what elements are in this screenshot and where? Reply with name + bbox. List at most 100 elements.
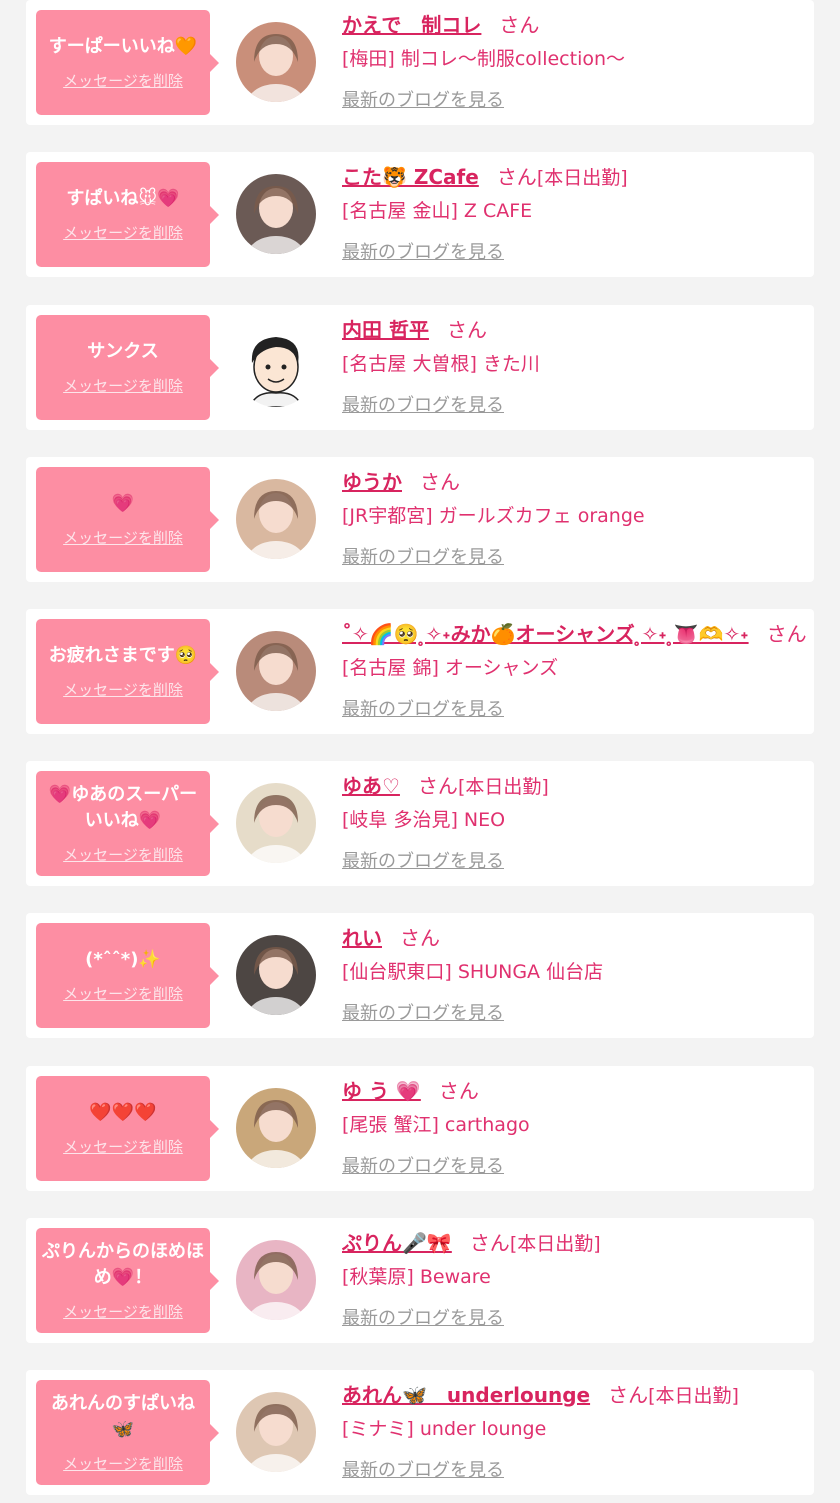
latest-blog-link[interactable]: 最新のブログを見る: [342, 86, 504, 112]
message-list: すーぱーいいね🧡 メッセージを削除 かえで 制コレ さん [梅田] 制コレ〜制服coll…: [0, 0, 840, 1503]
name-line: れい さん: [342, 923, 806, 955]
delete-message-link[interactable]: メッセージを削除: [63, 222, 183, 243]
working-today-badge: [本日出勤]: [457, 776, 549, 798]
message-bubble: すーぱーいいね🧡 メッセージを削除: [36, 10, 219, 115]
latest-blog-link[interactable]: 最新のブログを見る: [342, 695, 504, 721]
name-line: こた🐯 ZCafe さん[本日出勤]: [342, 162, 806, 194]
message-bubble: (*ˆˆ*)✨ メッセージを削除: [36, 923, 219, 1028]
user-info: れい さん [仙台駅東口] SHUNGA 仙台店最新のブログを見る: [342, 923, 806, 1025]
honorific: さん: [496, 165, 537, 189]
message-text: サンクス: [87, 341, 159, 362]
avatar[interactable]: [236, 631, 316, 711]
message-text: すぱいね🐭💗: [66, 188, 180, 209]
user-name-link[interactable]: かえで 制コレ: [342, 13, 481, 37]
user-info: ぷりん🎤🎀 さん[本日出勤] [秋葉原] Beware 最新のブログを見る: [342, 1228, 806, 1330]
user-name-link[interactable]: あれん🦋 underlounge: [342, 1383, 590, 1407]
delete-message-link[interactable]: メッセージを削除: [63, 527, 183, 548]
delete-message-link[interactable]: メッセージを削除: [63, 983, 183, 1004]
name-line: ゆうか さん: [342, 467, 806, 499]
message-card: すぱいね🐭💗 メッセージを削除 こた🐯 ZCafe さん[本日出勤] [名古屋 金山] …: [26, 152, 814, 277]
user-name-link[interactable]: れい: [342, 926, 382, 950]
message-card: サンクスメッセージを削除 内田 哲平 さん [名古屋 大曽根] きた川 最新のブログを見…: [26, 305, 814, 430]
latest-blog-link[interactable]: 最新のブログを見る: [342, 1152, 504, 1178]
user-info: ゆうか さん [JR宇都宮] ガールズカフェ orange 最新のブログを見る: [342, 467, 806, 569]
avatar[interactable]: [236, 327, 316, 407]
user-name-link[interactable]: ぷりん🎤🎀: [342, 1231, 452, 1255]
message-bubble: 💗ゆあのスーパーいいね💗 メッセージを削除: [36, 771, 219, 876]
name-line: かえで 制コレ さん: [342, 10, 806, 42]
message-bubble: ❤️❤️❤️ メッセージを削除: [36, 1076, 219, 1181]
user-info: 内田 哲平 さん [名古屋 大曽根] きた川 最新のブログを見る: [342, 315, 806, 417]
working-today-badge: [本日出勤]: [536, 167, 628, 189]
message-text: ❤️❤️❤️: [89, 1102, 157, 1123]
avatar[interactable]: [236, 174, 316, 254]
message-text: 💗: [111, 493, 135, 514]
message-text: すーぱーいいね🧡: [48, 36, 198, 57]
message-card: すーぱーいいね🧡 メッセージを削除 かえで 制コレ さん [梅田] 制コレ〜制服coll…: [26, 0, 814, 125]
user-name-link[interactable]: ゆあ♡: [342, 774, 400, 798]
user-name-link[interactable]: 内田 哲平: [342, 318, 429, 342]
user-info: ゆあ♡ さん[本日出勤] [岐阜 多治見] NEO 最新のブログを見る: [342, 771, 806, 873]
user-info: あれん🦋 underlounge さん[本日出勤] [ミナミ] under loun…: [342, 1380, 806, 1482]
latest-blog-link[interactable]: 最新のブログを見る: [342, 543, 504, 569]
honorific: さん: [499, 13, 540, 37]
message-bubble: すぱいね🐭💗 メッセージを削除: [36, 162, 219, 267]
delete-message-link[interactable]: メッセージを削除: [63, 70, 183, 91]
message-text: (*ˆˆ*)✨: [85, 949, 161, 970]
honorific: さん: [766, 622, 806, 646]
avatar[interactable]: [236, 22, 316, 102]
avatar[interactable]: [236, 783, 316, 863]
user-name-link[interactable]: ゆ う 💗: [342, 1079, 421, 1103]
shop-name: [岐阜 多治見] NEO: [342, 809, 506, 831]
delete-message-link[interactable]: メッセージを削除: [63, 1136, 183, 1157]
avatar[interactable]: [236, 479, 316, 559]
latest-blog-link[interactable]: 最新のブログを見る: [342, 391, 504, 417]
name-line: ぷりん🎤🎀 さん[本日出勤]: [342, 1228, 806, 1260]
avatar[interactable]: [236, 1240, 316, 1320]
avatar[interactable]: [236, 1392, 316, 1472]
latest-blog-link[interactable]: 最新のブログを見る: [342, 1456, 504, 1482]
message-bubble: お疲れさまです🥺 メッセージを削除: [36, 619, 219, 724]
latest-blog-link[interactable]: 最新のブログを見る: [342, 847, 504, 873]
working-today-badge: [本日出勤]: [509, 1233, 601, 1255]
shop-name: [名古屋 金山] Z CAFE: [342, 200, 533, 222]
message-text: お疲れさまです🥺: [48, 645, 198, 666]
shop-name: [尾張 蟹江] carthago: [342, 1114, 530, 1136]
delete-message-link[interactable]: メッセージを削除: [63, 844, 183, 865]
latest-blog-link[interactable]: 最新のブログを見る: [342, 999, 504, 1025]
delete-message-link[interactable]: メッセージを削除: [63, 1301, 183, 1322]
message-text: ぷりんからのほめほめ💗！: [42, 1241, 204, 1288]
user-name-link[interactable]: ˚✧🌈🥺 ̥✧˖みか🍊オーシャンズ ̥✧˖ ̥👅🫶✧˖: [342, 622, 749, 646]
name-line: あれん🦋 underlounge さん[本日出勤]: [342, 1380, 806, 1412]
shop-name: [梅田] 制コレ〜制服collection〜: [342, 48, 626, 70]
delete-message-link[interactable]: メッセージを削除: [63, 375, 183, 396]
message-card: ぷりんからのほめほめ💗！ メッセージを削除 ぷりん🎤🎀 さん[本日出勤] [秋葉原] B…: [26, 1218, 814, 1343]
shop-name: [仙台駅東口] SHUNGA 仙台店: [342, 961, 604, 983]
user-name-link[interactable]: ゆうか: [342, 470, 402, 494]
honorific: さん: [446, 318, 487, 342]
honorific: さん: [469, 1231, 510, 1255]
avatar[interactable]: [236, 1088, 316, 1168]
user-info: かえで 制コレ さん [梅田] 制コレ〜制服collection〜最新のブログを見る: [342, 10, 806, 112]
name-line: ˚✧🌈🥺 ̥✧˖みか🍊オーシャンズ ̥✧˖ ̥👅🫶✧˖ さん: [342, 619, 806, 651]
honorific: さん: [438, 1079, 479, 1103]
honorific: さん: [608, 1383, 649, 1407]
message-text: 💗ゆあのスーパーいいね💗: [48, 784, 198, 831]
avatar[interactable]: [236, 935, 316, 1015]
honorific: さん: [417, 774, 458, 798]
message-bubble: ぷりんからのほめほめ💗！ メッセージを削除: [36, 1228, 219, 1333]
working-today-badge: [本日出勤]: [648, 1385, 739, 1407]
user-info: ˚✧🌈🥺 ̥✧˖みか🍊オーシャンズ ̥✧˖ ̥👅🫶✧˖ さん [名古屋 錦] オーシ…: [342, 619, 806, 721]
user-name-link[interactable]: こた🐯 ZCafe: [342, 165, 479, 189]
message-card: (*ˆˆ*)✨ メッセージを削除 れい さん [仙台駅東口] SHUNGA 仙台店最新の…: [26, 913, 814, 1038]
user-info: こた🐯 ZCafe さん[本日出勤] [名古屋 金山] Z CAFE 最新のブログを見…: [342, 162, 806, 264]
message-card: お疲れさまです🥺 メッセージを削除 ˚✧🌈🥺 ̥✧˖みか🍊オーシャンズ ̥✧˖ ̥👅…: [26, 609, 814, 734]
message-bubble: サンクスメッセージを削除: [36, 315, 219, 420]
latest-blog-link[interactable]: 最新のブログを見る: [342, 1304, 504, 1330]
shop-name: [JR宇都宮] ガールズカフェ orange: [342, 505, 645, 527]
delete-message-link[interactable]: メッセージを削除: [63, 1453, 183, 1474]
message-card: ❤️❤️❤️ メッセージを削除 ゆ う 💗 さん [尾張 蟹江] carthago 最新の…: [26, 1066, 814, 1191]
name-line: 内田 哲平 さん: [342, 315, 806, 347]
delete-message-link[interactable]: メッセージを削除: [63, 679, 183, 700]
latest-blog-link[interactable]: 最新のブログを見る: [342, 238, 504, 264]
